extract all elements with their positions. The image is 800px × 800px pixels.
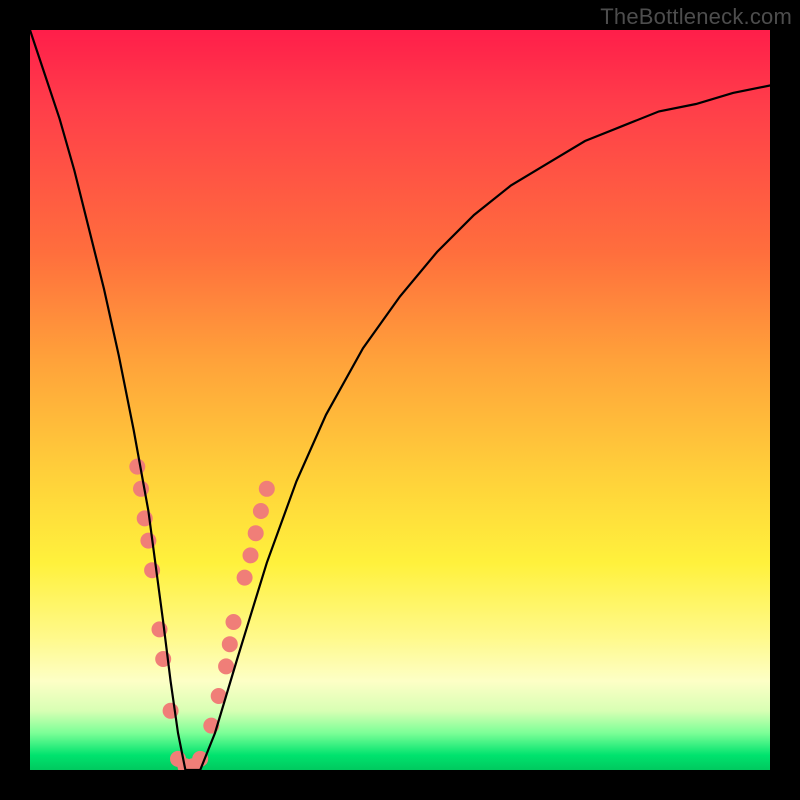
marker-dot xyxy=(218,658,234,674)
curve-svg xyxy=(30,30,770,770)
marker-dot xyxy=(226,614,242,630)
marker-dot xyxy=(237,570,253,586)
marker-dot xyxy=(133,481,149,497)
marker-dot xyxy=(259,481,275,497)
marker-dot xyxy=(222,636,238,652)
marker-dot xyxy=(253,503,269,519)
plot-area xyxy=(30,30,770,770)
marker-dot xyxy=(243,547,259,563)
marker-dot xyxy=(248,525,264,541)
watermark-text: TheBottleneck.com xyxy=(600,4,792,30)
marker-dot xyxy=(129,459,145,475)
marker-layer xyxy=(129,459,274,770)
chart-frame: TheBottleneck.com xyxy=(0,0,800,800)
bottleneck-curve xyxy=(30,30,770,770)
